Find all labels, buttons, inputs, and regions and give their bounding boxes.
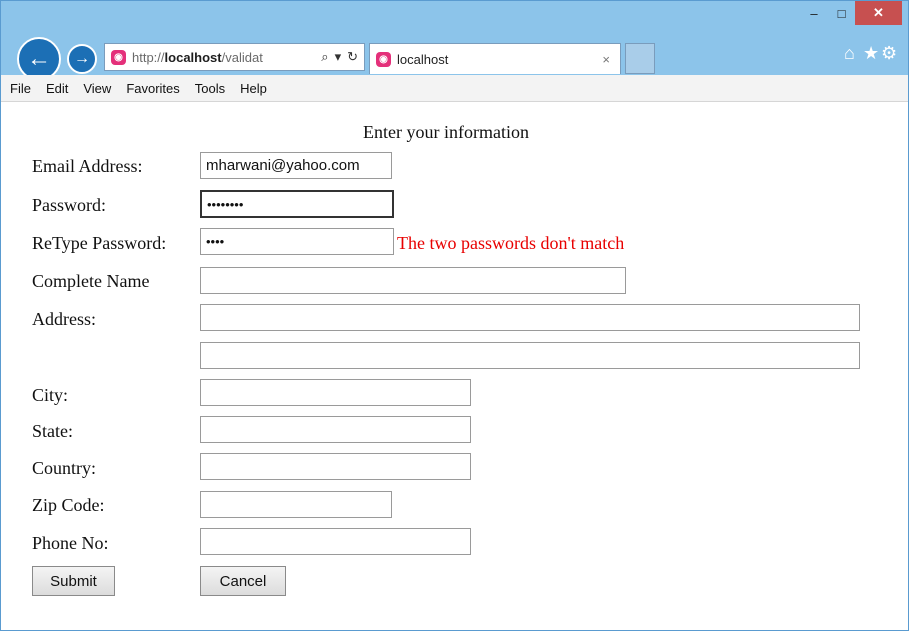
star-icon[interactable]: ★ — [863, 43, 879, 64]
minimize-button[interactable]: – — [800, 1, 828, 25]
new-tab-button[interactable] — [625, 43, 655, 74]
menu-favorites[interactable]: Favorites — [126, 81, 179, 96]
zip-code-field[interactable] — [200, 491, 392, 518]
submit-button[interactable]: Submit — [32, 566, 115, 596]
email-field[interactable]: mharwani@yahoo.com — [200, 152, 392, 179]
page-title: Enter your information — [363, 122, 529, 142]
gear-icon[interactable]: ⚙ — [881, 43, 897, 64]
address-bar[interactable]: ◉ http://localhost/validat ⌕ ▾ ↻ — [104, 43, 365, 71]
address-url[interactable]: http://localhost/validat — [132, 50, 321, 65]
menu-help[interactable]: Help — [240, 81, 267, 96]
phone-field[interactable] — [200, 528, 471, 555]
state-field[interactable] — [200, 416, 471, 443]
complete-name-label: Complete Name — [32, 271, 150, 291]
chevron-down-icon[interactable]: ▾ — [335, 49, 342, 65]
phone-label: Phone No: — [32, 533, 109, 553]
home-icon[interactable]: ⌂ — [844, 43, 855, 64]
search-icon[interactable]: ⌕ — [321, 49, 328, 65]
arrow-left-icon: ← — [27, 45, 51, 72]
address-label: Address: — [32, 309, 96, 329]
tab-localhost[interactable]: ◉ localhost × — [369, 43, 621, 74]
state-label: State: — [32, 421, 73, 441]
password-field[interactable]: •••••••• — [200, 190, 394, 218]
close-button[interactable]: ✕ — [855, 1, 902, 25]
city-field[interactable] — [200, 379, 471, 406]
menu-view[interactable]: View — [83, 81, 111, 96]
retype-password-field[interactable]: •••• — [200, 228, 394, 255]
zip-code-label: Zip Code: — [32, 495, 105, 515]
email-label: Email Address: — [32, 156, 143, 176]
cancel-button[interactable]: Cancel — [200, 566, 286, 596]
tab-title: localhost — [397, 51, 449, 67]
password-label: Password: — [32, 195, 107, 215]
close-tab-icon[interactable]: × — [602, 52, 610, 67]
country-field[interactable] — [200, 453, 471, 480]
site-favicon-icon: ◉ — [376, 51, 391, 67]
menu-file[interactable]: File — [10, 81, 31, 96]
site-favicon-icon: ◉ — [111, 49, 126, 65]
country-label: Country: — [32, 458, 97, 478]
city-label: City: — [32, 385, 69, 405]
complete-name-field[interactable] — [200, 267, 626, 294]
menu-bar: File Edit View Favorites Tools Help — [1, 75, 908, 102]
address-line2-field[interactable] — [200, 342, 860, 369]
refresh-icon[interactable]: ↻ — [347, 49, 358, 65]
forward-button[interactable]: → — [67, 44, 97, 74]
password-mismatch-error: The two passwords don't match — [397, 233, 625, 253]
menu-edit[interactable]: Edit — [46, 81, 68, 96]
address-line1-field[interactable] — [200, 304, 860, 331]
arrow-right-icon: → — [74, 50, 90, 67]
maximize-button[interactable]: □ — [828, 1, 855, 25]
retype-password-label: ReType Password: — [32, 233, 167, 253]
page-content: Enter your information Email Address: mh… — [1, 102, 908, 630]
browser-window: – □ ✕ ← → ◉ http://localhost/validat ⌕ ▾… — [0, 0, 909, 631]
menu-tools[interactable]: Tools — [195, 81, 225, 96]
